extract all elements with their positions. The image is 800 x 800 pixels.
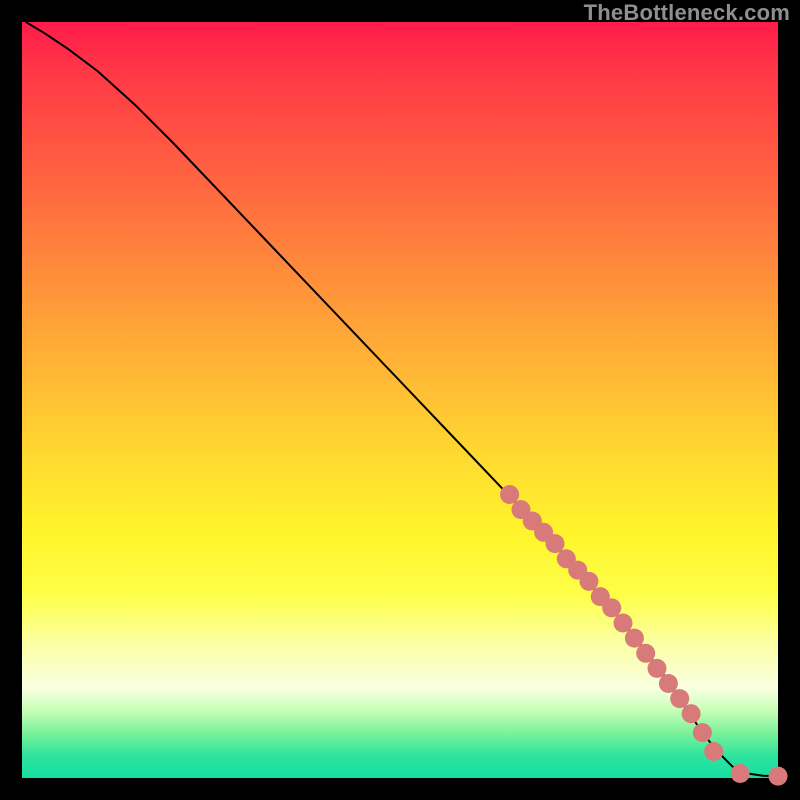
marker-point	[546, 534, 565, 553]
marker-point	[625, 629, 644, 648]
marker-point	[500, 485, 519, 504]
marker-point	[682, 704, 701, 723]
marker-point	[614, 614, 633, 633]
marker-point	[602, 598, 621, 617]
marker-point	[693, 723, 712, 742]
marker-series	[500, 485, 787, 786]
marker-point	[580, 572, 599, 591]
marker-point	[704, 742, 723, 761]
marker-point	[648, 659, 667, 678]
marker-point	[636, 644, 655, 663]
chart-stage: TheBottleneck.com	[0, 0, 800, 800]
marker-point	[659, 674, 678, 693]
watermark-label: TheBottleneck.com	[584, 0, 790, 26]
marker-point	[731, 764, 750, 783]
marker-point	[670, 689, 689, 708]
curve-line	[26, 22, 778, 776]
chart-overlay	[22, 22, 778, 778]
marker-point	[769, 767, 788, 786]
